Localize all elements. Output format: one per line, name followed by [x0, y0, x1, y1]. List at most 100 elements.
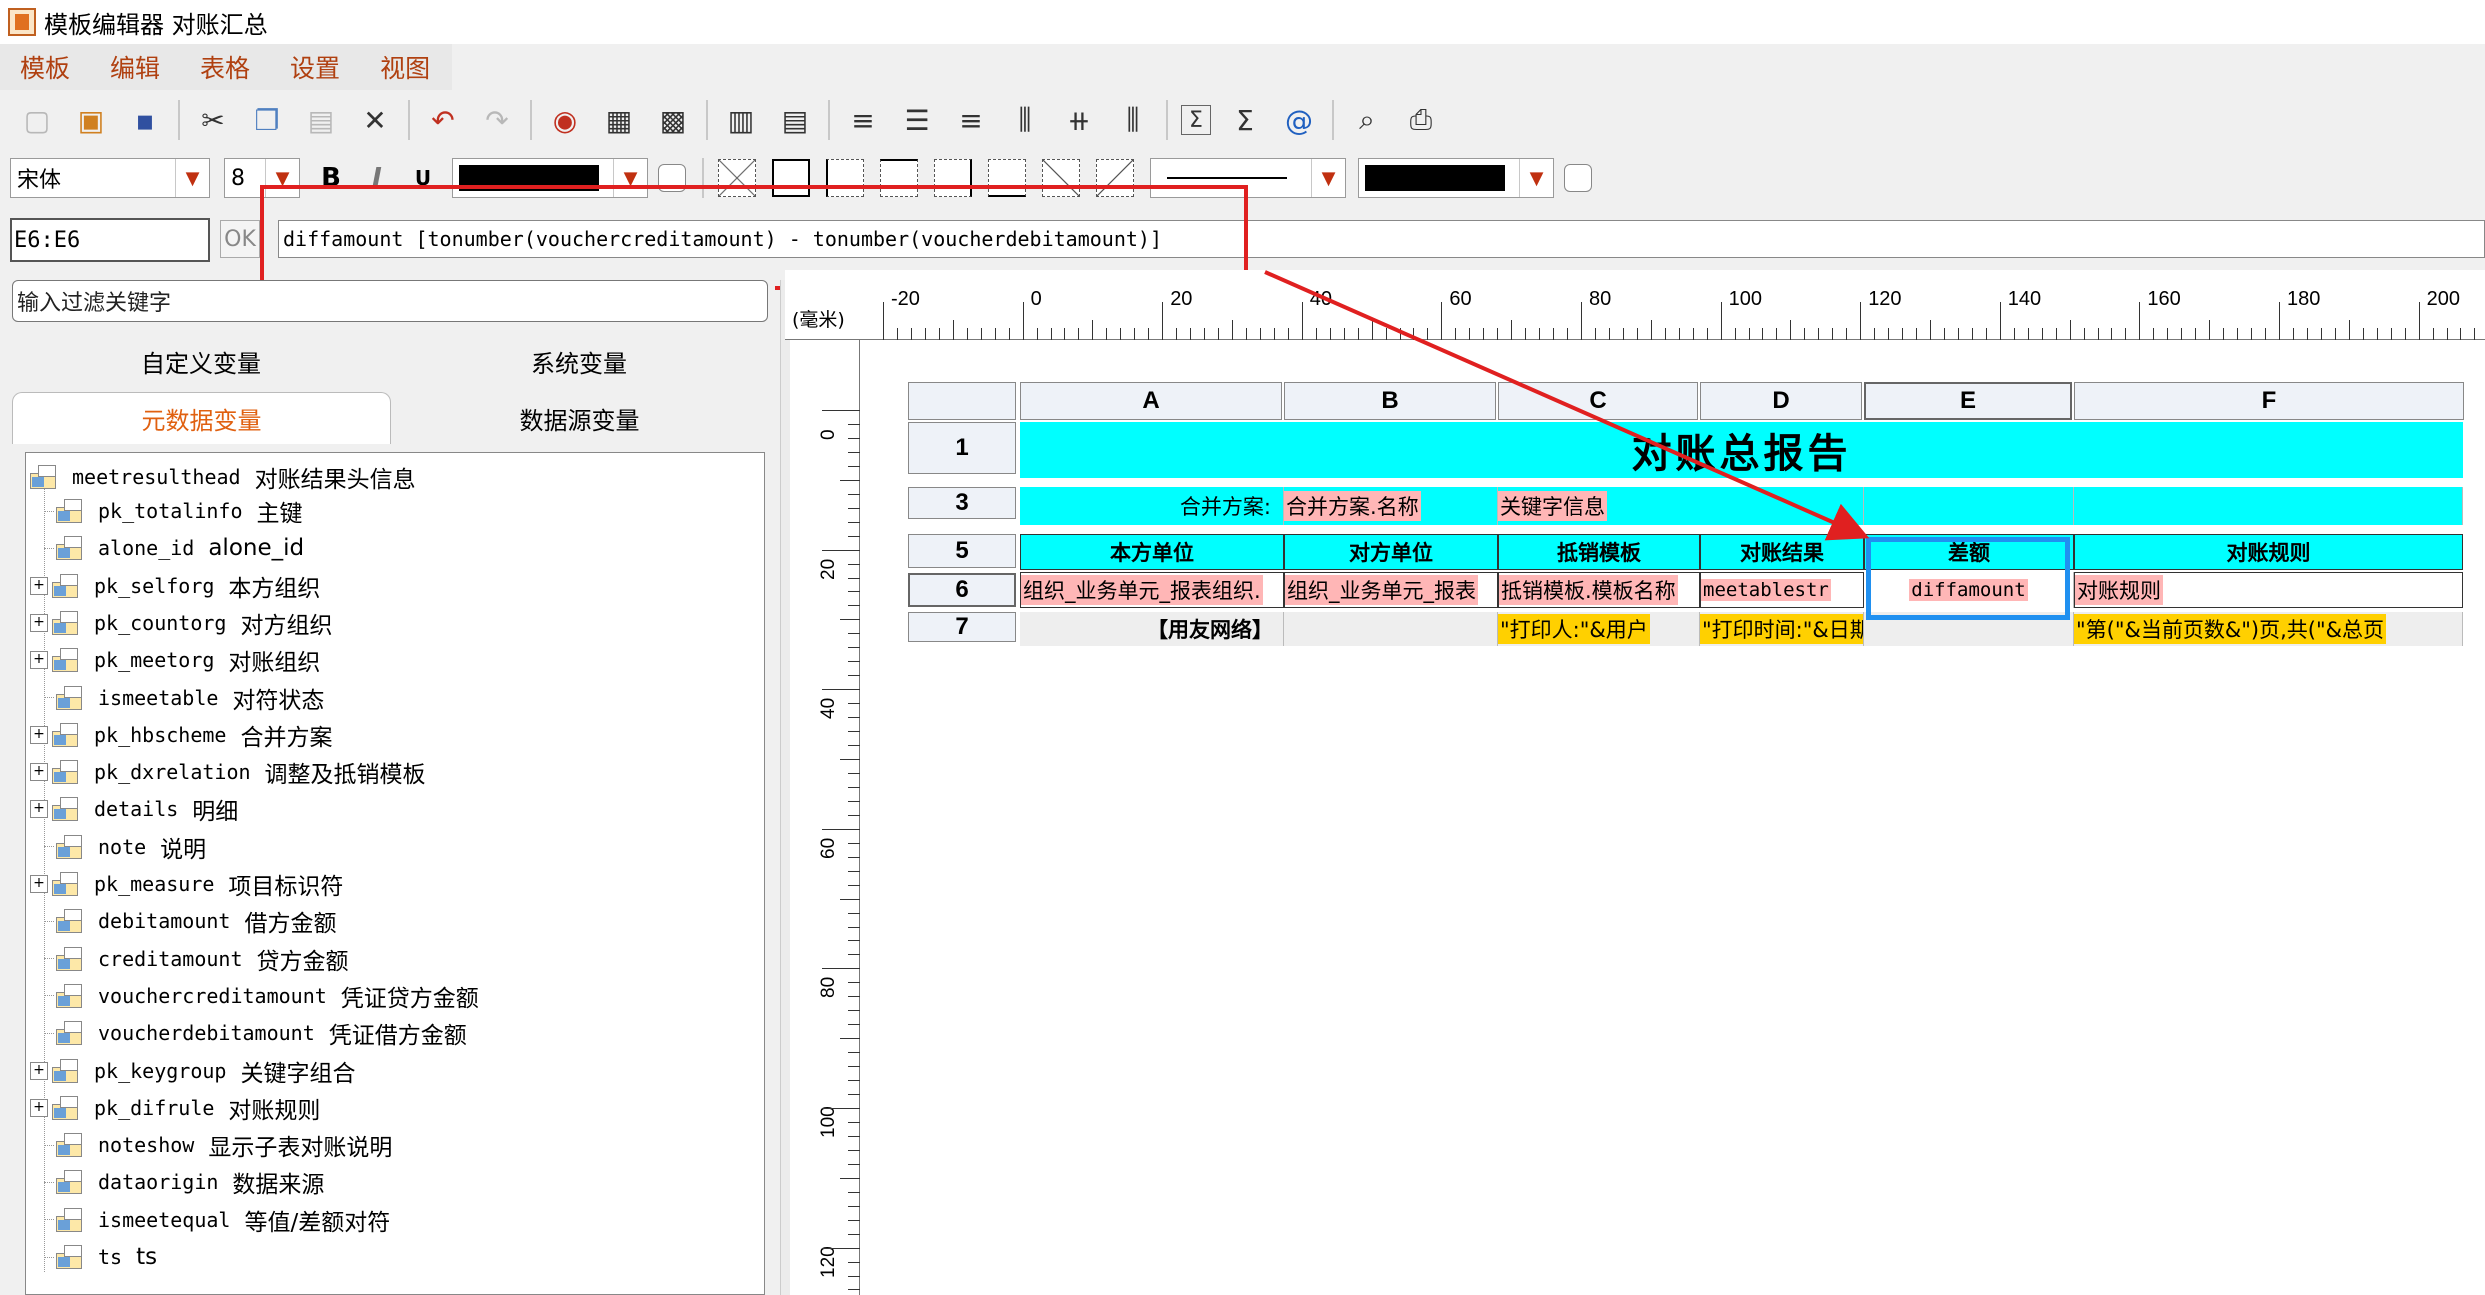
tree-node-creditamount[interactable]: creditamount 贷方金额 — [44, 943, 349, 975]
tree-node-note[interactable]: note 说明 — [44, 831, 206, 863]
tab-system-variables[interactable]: 系统变量 — [390, 335, 768, 387]
cell-d6[interactable]: meetablestr — [1700, 572, 1864, 608]
tree-node-debitamount[interactable]: debitamount 借方金额 — [44, 905, 336, 937]
tree-node-vouchercreditamount[interactable]: vouchercreditamount 凭证贷方金额 — [44, 980, 479, 1012]
cell-f7[interactable]: "第("&当前页数&")页,共("&总页 — [2074, 612, 2463, 646]
tree-node-details[interactable]: + details 明细 — [30, 793, 238, 825]
tree-node-noteshow[interactable]: noteshow 显示子表对账说明 — [44, 1129, 392, 1161]
valign-middle-icon[interactable]: ⧺ — [1059, 100, 1099, 140]
tree-node-ismeetequal[interactable]: ismeetequal 等值/差额对符 — [44, 1204, 390, 1236]
cell-f6[interactable]: 对账规则 — [2074, 572, 2463, 608]
insert-row-icon[interactable]: ▤ — [775, 100, 815, 140]
tree-node-root[interactable]: meetresulthead 对账结果头信息 — [30, 461, 416, 493]
print-stamp-icon[interactable]: ◉ — [545, 100, 585, 140]
open-icon[interactable]: ▣ — [71, 100, 111, 140]
tree-node-ts[interactable]: ts ts — [44, 1241, 157, 1273]
align-left-icon[interactable]: ≡ — [843, 100, 883, 140]
tree-node-pk-meetorg[interactable]: + pk_meetorg 对账组织 — [30, 644, 320, 676]
tab-custom-variables[interactable]: 自定义变量 — [12, 335, 390, 387]
chevron-down-icon[interactable]: ▼ — [1311, 159, 1345, 197]
tree-node-pk-selforg[interactable]: + pk_selforg 本方组织 — [30, 570, 320, 602]
expand-icon[interactable]: + — [30, 763, 48, 782]
tab-metadata-variables[interactable]: 元数据变量 — [12, 392, 391, 444]
cell-d5[interactable]: 对账结果 — [1700, 534, 1864, 570]
ok-button[interactable]: OK — [220, 220, 260, 258]
filter-input[interactable]: 输入过滤关键字 — [12, 280, 768, 322]
expand-icon[interactable]: + — [30, 576, 48, 595]
cell-c7[interactable]: "打印人:"&用户 — [1498, 612, 1700, 646]
cell-c3[interactable]: 关键字信息 — [1498, 487, 1864, 525]
row-header-6[interactable]: 6 — [908, 573, 1016, 607]
corner-header[interactable] — [908, 382, 1016, 420]
tree-node-pk-dxrelation[interactable]: + pk_dxrelation 调整及抵销模板 — [30, 756, 426, 788]
chevron-down-icon[interactable]: ▼ — [175, 159, 209, 197]
cell-d7[interactable]: "打印时间:"&日期 — [1700, 612, 1864, 646]
column-header-e[interactable]: E — [1864, 382, 2072, 420]
cell-c6[interactable]: 抵销模板.模板名称 — [1498, 572, 1700, 608]
report-title-cell[interactable]: 对账总报告 — [1020, 422, 2463, 478]
menu-settings[interactable]: 设置 — [270, 49, 360, 85]
cell-b7[interactable] — [1284, 612, 1498, 646]
row-header-7[interactable]: 7 — [908, 612, 1016, 642]
preview-icon[interactable]: ⌕ — [1347, 100, 1387, 140]
column-header-f[interactable]: F — [2074, 382, 2464, 420]
redo-icon[interactable]: ↷ — [477, 100, 517, 140]
expand-icon[interactable]: + — [30, 651, 48, 670]
expand-icon[interactable]: + — [30, 875, 48, 893]
tree-node-ismeetable[interactable]: ismeetable 对符状态 — [44, 682, 324, 714]
copy-icon[interactable]: ❐ — [247, 100, 287, 140]
align-center-icon[interactable]: ☰ — [897, 100, 937, 140]
font-family-select[interactable]: 宋体 ▼ — [10, 158, 210, 198]
column-header-d[interactable]: D — [1700, 382, 1862, 420]
cell-a7[interactable]: 【用友网络】 — [1020, 612, 1284, 646]
formula-icon[interactable]: Σ — [1181, 105, 1211, 135]
cell-b6[interactable]: 组织_业务单元_报表 — [1284, 572, 1498, 608]
paste-icon[interactable]: ▤ — [301, 100, 341, 140]
menu-view[interactable]: 视图 — [360, 49, 450, 85]
new-file-icon[interactable]: ▢ — [17, 100, 57, 140]
at-icon[interactable]: @ — [1279, 100, 1319, 140]
panel-splitter[interactable] — [780, 280, 790, 1295]
cell-a3[interactable]: 合并方案: — [1020, 487, 1284, 525]
column-header-a[interactable]: A — [1020, 382, 1282, 420]
expand-icon[interactable]: + — [30, 1061, 48, 1080]
table-icon[interactable]: ▦ — [599, 100, 639, 140]
tab-datasource-variables[interactable]: 数据源变量 — [391, 392, 768, 444]
row-header-3[interactable]: 3 — [908, 487, 1016, 519]
grid-icon[interactable]: ▩ — [653, 100, 693, 140]
cell-c5[interactable]: 抵销模板 — [1498, 534, 1700, 570]
cell-e3[interactable] — [1864, 487, 2074, 525]
cell-f3[interactable] — [2074, 487, 2463, 525]
printer-icon[interactable]: ⎙ — [1401, 100, 1441, 140]
chevron-down-icon[interactable]: ▼ — [1519, 159, 1553, 197]
tree-node-alone-id[interactable]: alone_id alone_id — [44, 532, 304, 564]
tree-node-pk-countorg[interactable]: + pk_countorg 对方组织 — [30, 607, 332, 639]
row-header-1[interactable]: 1 — [908, 422, 1016, 474]
cell-b5[interactable]: 对方单位 — [1284, 534, 1498, 570]
cell-f5[interactable]: 对账规则 — [2074, 534, 2463, 570]
cell-b3[interactable]: 合并方案.名称 — [1284, 487, 1498, 525]
cell-a6[interactable]: 组织_业务单元_报表组织. — [1020, 572, 1284, 608]
cell-a5[interactable]: 本方单位 — [1020, 534, 1284, 570]
column-header-c[interactable]: C — [1498, 382, 1698, 420]
undo-icon[interactable]: ↶ — [423, 100, 463, 140]
valign-top-icon[interactable]: ⫼ — [1005, 100, 1045, 140]
border-color-select[interactable]: ▼ — [1358, 158, 1554, 198]
delete-icon[interactable]: ✕ — [355, 100, 395, 140]
tree-node-pk-difrule[interactable]: + pk_difrule 对账规则 — [30, 1092, 320, 1124]
menu-edit[interactable]: 编辑 — [90, 49, 180, 85]
tree-node-voucherdebitamount[interactable]: voucherdebitamount 凭证借方金额 — [44, 1017, 467, 1049]
sum-icon[interactable]: Σ — [1225, 100, 1265, 140]
valign-bottom-icon[interactable]: ⫼ — [1113, 100, 1153, 140]
expand-icon[interactable]: + — [30, 613, 48, 632]
cut-icon[interactable]: ✂ — [193, 100, 233, 140]
menu-table[interactable]: 表格 — [180, 49, 270, 85]
row-header-5[interactable]: 5 — [908, 534, 1016, 568]
cell-reference-field[interactable]: E6:E6 — [10, 218, 210, 262]
expand-icon[interactable]: + — [30, 1098, 48, 1117]
align-right-icon[interactable]: ≡ — [951, 100, 991, 140]
save-icon[interactable]: ▪ — [125, 100, 165, 140]
tree-node-pk-totalinfo[interactable]: pk_totalinfo 主键 — [44, 495, 303, 527]
tree-node-pk-keygroup[interactable]: + pk_keygroup 关键字组合 — [30, 1055, 355, 1087]
column-header-b[interactable]: B — [1284, 382, 1496, 420]
